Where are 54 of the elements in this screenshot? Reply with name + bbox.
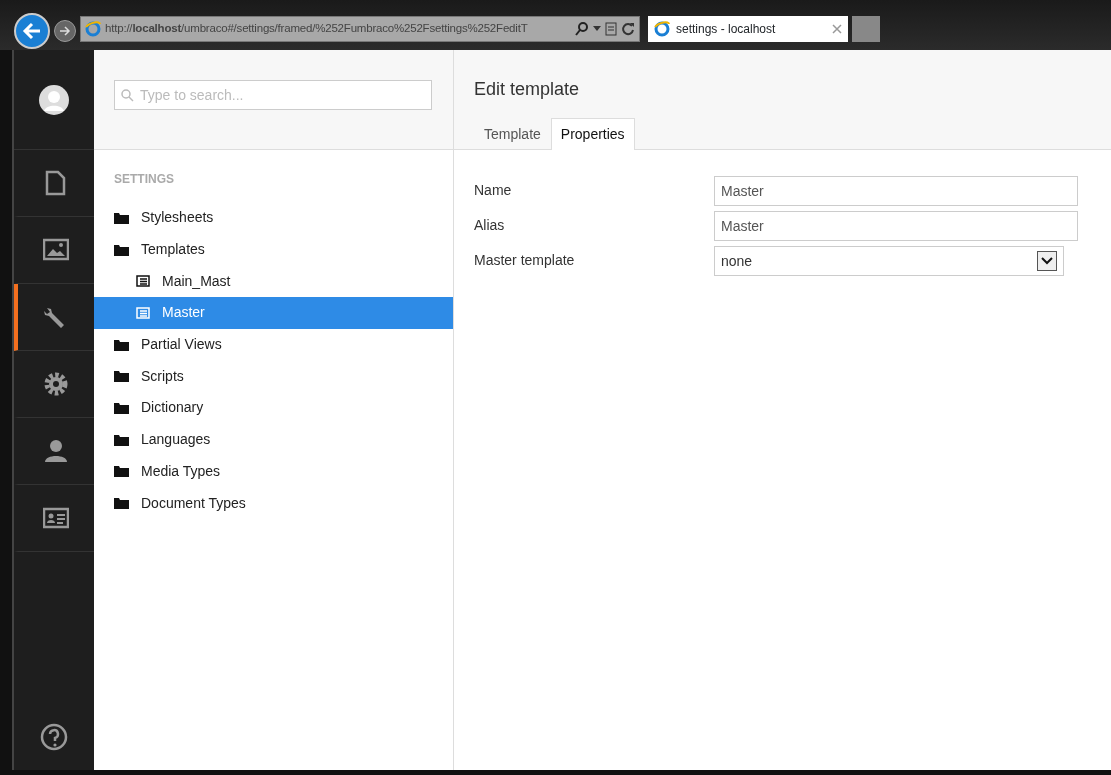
- field-label: Alias: [474, 216, 506, 235]
- help-icon[interactable]: [40, 722, 68, 751]
- forward-button[interactable]: [54, 20, 76, 42]
- arrow-left-icon: [22, 22, 42, 40]
- page-title: Edit template: [474, 78, 581, 101]
- search-icon: [121, 89, 134, 102]
- tree-item[interactable]: Templates: [94, 233, 453, 266]
- back-button[interactable]: [14, 13, 50, 49]
- browser-logo-icon: [85, 21, 101, 37]
- search-field[interactable]: Type to search...: [114, 80, 432, 110]
- address-bar[interactable]: http://localhost/umbraco#/settings/framed/%252Fumbraco%252Fsettings%252FeditT: [80, 16, 640, 42]
- folder-icon: [114, 465, 129, 478]
- url-text: http://localhost/umbraco#/settings/framed/%252Fumbraco%252Fsettings%252FeditT: [105, 21, 529, 37]
- section-heading: SETTINGS: [113, 171, 175, 188]
- chevron-down-icon: [1041, 257, 1053, 265]
- template-icon: [136, 275, 150, 288]
- field-label: Name: [474, 181, 513, 200]
- tree-item[interactable]: Stylesheets: [94, 202, 453, 234]
- search-icon[interactable]: [575, 22, 589, 36]
- tab-title: settings - localhost: [676, 21, 777, 38]
- tree-item[interactable]: Dictionary: [94, 392, 453, 424]
- caret-icon[interactable]: [593, 26, 601, 32]
- tree-item[interactable]: Main_Mast: [94, 265, 453, 298]
- tree-item[interactable]: Media Types: [94, 455, 453, 488]
- text-field[interactable]: Master: [714, 176, 1078, 206]
- tree-item[interactable]: Languages: [94, 423, 453, 456]
- tree-item[interactable]: Scripts: [94, 360, 453, 393]
- folder-icon: [114, 338, 129, 351]
- arrow-right-icon: [59, 26, 71, 36]
- page-icon[interactable]: [605, 22, 617, 36]
- template-icon: [136, 306, 150, 319]
- refresh-icon[interactable]: [621, 22, 635, 36]
- folder-icon: [114, 497, 129, 510]
- tree-item[interactable]: Master: [94, 297, 453, 329]
- tree-item[interactable]: Partial Views: [94, 328, 453, 361]
- close-icon[interactable]: [832, 24, 842, 34]
- image-icon: [43, 237, 69, 263]
- user-icon: [43, 438, 69, 464]
- folder-icon: [114, 211, 129, 224]
- folder-icon: [114, 243, 129, 256]
- folder-icon: [114, 370, 129, 383]
- folder-icon: [114, 401, 129, 414]
- avatar-icon[interactable]: [39, 84, 69, 115]
- tree-item[interactable]: Document Types: [94, 487, 453, 519]
- field-label: Master template: [474, 251, 576, 270]
- folder-icon: [114, 433, 129, 446]
- tab[interactable]: Template: [474, 118, 551, 150]
- tab[interactable]: Properties: [550, 118, 635, 150]
- text-field[interactable]: Master: [714, 211, 1078, 241]
- browser-tab[interactable]: settings - localhost: [648, 16, 848, 42]
- browser-logo-icon: [654, 21, 670, 37]
- gear-icon: [43, 371, 69, 397]
- select-field[interactable]: none: [714, 246, 1064, 276]
- id-card-icon: [43, 505, 69, 531]
